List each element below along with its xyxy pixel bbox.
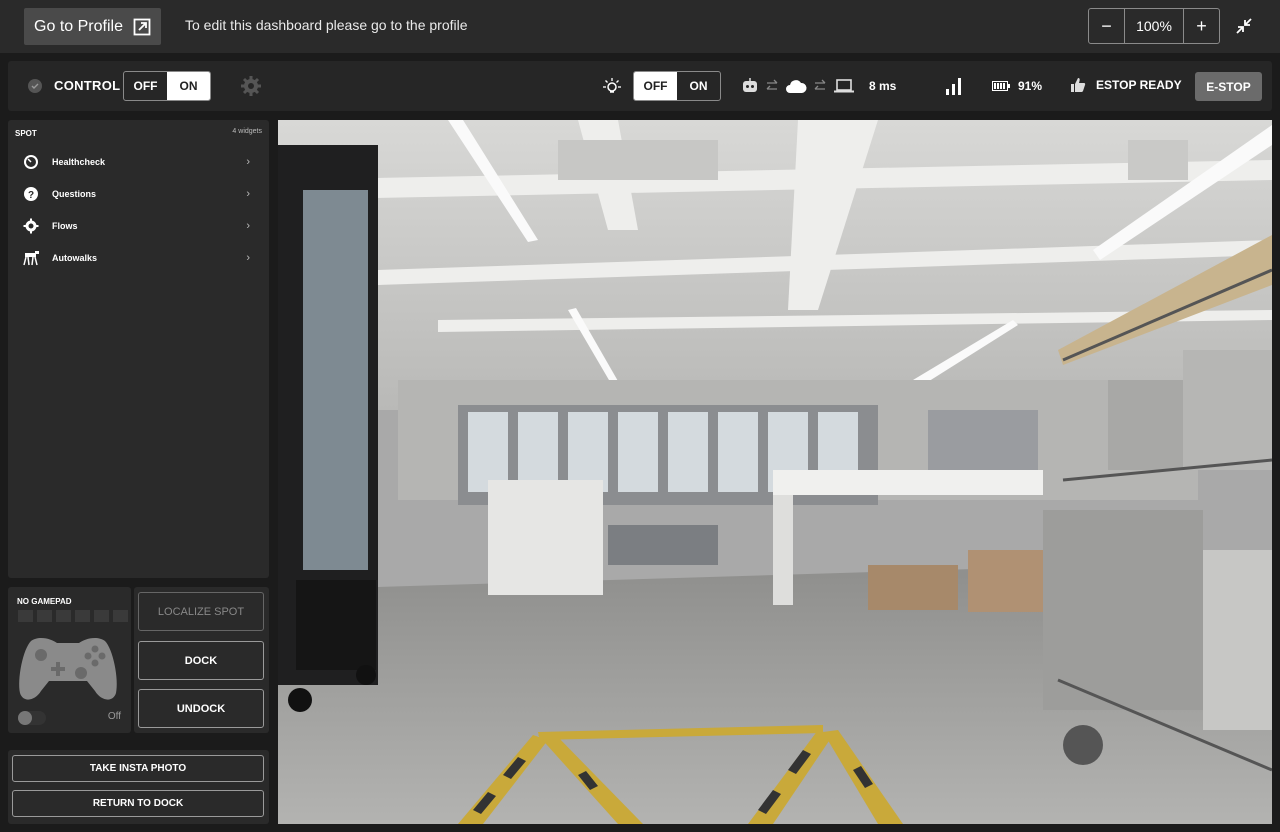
cloud-icon [786, 80, 807, 93]
control-label: CONTROL [54, 78, 121, 93]
panel-title: SPOT [15, 129, 37, 138]
light-on-option[interactable]: ON [677, 72, 720, 100]
chevron-right-icon: › [246, 188, 250, 200]
chevron-right-icon: › [246, 252, 250, 264]
svg-text:?: ? [28, 190, 34, 201]
top-bar: Go to Profile To edit this dashboard ple… [0, 0, 1280, 53]
latency-value: 8 ms [869, 79, 897, 93]
estop-button[interactable]: E-STOP [1195, 72, 1262, 101]
gamepad-slot [56, 610, 71, 622]
gamepad-slot [75, 610, 90, 622]
external-link-icon [133, 18, 151, 35]
go-to-profile-button[interactable]: Go to Profile [24, 8, 161, 45]
gamepad-icon [19, 637, 117, 700]
sidebar-item-autowalks[interactable]: Autowalks › [22, 246, 250, 270]
control-off-option[interactable]: OFF [124, 72, 167, 100]
transfer-arrows-icon [766, 79, 778, 90]
estop-ready-label: ESTOP READY [1096, 78, 1182, 92]
battery-icon [992, 81, 1010, 91]
collapse-icon[interactable] [1234, 16, 1254, 36]
dock-button[interactable]: DOCK [138, 641, 264, 680]
light-bulb-icon [603, 78, 621, 93]
gamepad-slot [113, 610, 128, 622]
zoom-control: − 100% + [1088, 8, 1220, 44]
sidebar-item-questions[interactable]: ? Questions › [22, 182, 250, 206]
chevron-right-icon: › [246, 220, 250, 232]
gamepad-slot [94, 610, 109, 622]
gauge-icon [22, 153, 40, 171]
dock-actions-panel: LOCALIZE SPOT DOCK UNDOCK [134, 587, 269, 733]
question-icon: ? [22, 185, 40, 203]
flows-gear-icon [22, 217, 40, 235]
sidebar-item-flows[interactable]: Flows › [22, 214, 250, 238]
localize-spot-button[interactable]: LOCALIZE SPOT [138, 592, 264, 631]
chevron-right-icon: › [246, 156, 250, 168]
estop-status: ESTOP READY [1070, 77, 1182, 93]
edit-dashboard-note: To edit this dashboard please go to the … [185, 17, 468, 33]
zoom-in-button[interactable]: + [1184, 9, 1219, 43]
gamepad-toggle[interactable] [18, 711, 46, 725]
undock-button[interactable]: UNDOCK [138, 689, 264, 728]
control-status-check-icon [28, 79, 42, 93]
laptop-icon [834, 79, 854, 93]
robot-icon [743, 78, 757, 92]
gear-icon[interactable] [240, 75, 262, 97]
robot-dog-icon [22, 249, 40, 267]
gamepad-state: Off [107, 711, 121, 722]
gamepad-slot [18, 610, 33, 622]
sidebar-item-healthcheck[interactable]: Healthcheck › [22, 150, 250, 174]
spot-widgets-panel: SPOT 4 widgets Healthcheck › ? Questions… [8, 120, 269, 578]
connection-status: 8 ms [741, 75, 896, 97]
transfer-arrows-icon [814, 79, 826, 90]
signal-strength-icon [946, 78, 961, 95]
camera-image [278, 120, 1272, 824]
take-insta-photo-button[interactable]: TAKE INSTA PHOTO [12, 755, 264, 782]
sidebar-item-label: Healthcheck [52, 157, 106, 167]
sidebar-item-label: Flows [52, 221, 78, 231]
light-toggle: OFF ON [633, 71, 721, 101]
quick-actions-panel: TAKE INSTA PHOTO RETURN TO DOCK [8, 750, 269, 824]
control-toggle: OFF ON [123, 71, 211, 101]
sidebar-item-label: Autowalks [52, 253, 98, 263]
control-bar: CONTROL OFF ON OFF ON 8 ms 91% ESTOP REA… [8, 61, 1272, 111]
battery-status: 91% [992, 79, 1042, 93]
gamepad-panel: NO GAMEPAD Off [8, 587, 131, 733]
thumbs-up-icon [1071, 78, 1086, 92]
gamepad-slots [18, 610, 128, 622]
zoom-level: 100% [1124, 9, 1184, 43]
gamepad-slot [37, 610, 52, 622]
widget-count: 4 widgets [232, 128, 262, 135]
battery-value: 91% [1018, 79, 1043, 93]
gamepad-title: NO GAMEPAD [17, 597, 72, 606]
return-to-dock-button[interactable]: RETURN TO DOCK [12, 790, 264, 817]
light-off-option[interactable]: OFF [634, 72, 677, 100]
sidebar-item-label: Questions [52, 189, 97, 199]
camera-feed[interactable] [278, 120, 1272, 824]
zoom-out-button[interactable]: − [1089, 9, 1124, 43]
control-on-option[interactable]: ON [167, 72, 210, 100]
go-to-profile-label: Go to Profile [34, 17, 123, 35]
